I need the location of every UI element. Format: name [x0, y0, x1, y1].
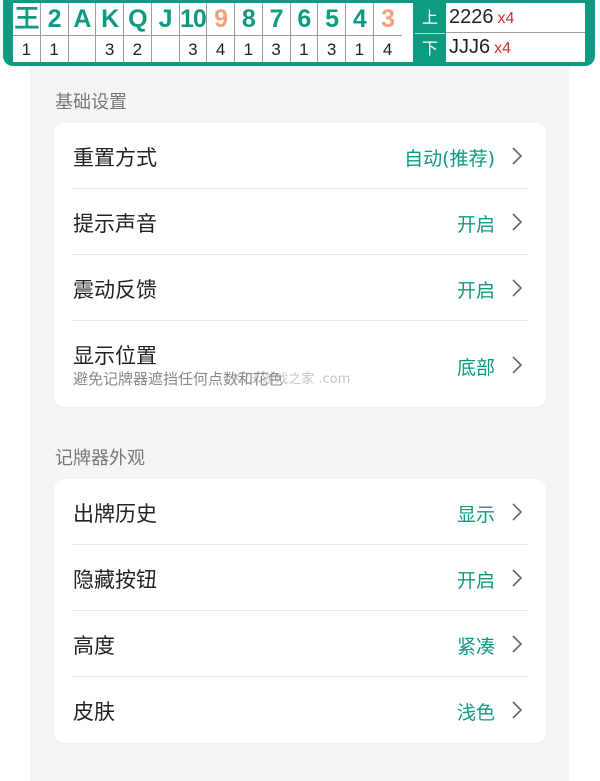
history-row: 2226 x4	[446, 3, 585, 33]
settings-card-basic: 重置方式 自动(推荐) 提示声音 开启 震动反馈 开启 显示位置 避免记牌器遮挡…	[54, 123, 546, 407]
card-rank: 3	[381, 5, 395, 33]
card-column: 5 3	[318, 3, 346, 62]
setting-label: 隐藏按钮	[73, 568, 157, 592]
setting-value: 浅色	[456, 702, 495, 724]
chevron-right-icon	[512, 569, 523, 587]
card-count: 1	[346, 35, 373, 63]
setting-row-vibration[interactable]: 震动反馈 开启	[72, 255, 528, 321]
card-rank: 王	[14, 5, 39, 33]
card-rank: 5	[325, 5, 339, 33]
down-label[interactable]: 下	[415, 34, 445, 64]
setting-row-height[interactable]: 高度 紧凑	[72, 611, 528, 677]
chevron-right-icon	[512, 701, 523, 719]
card-count: 3	[179, 35, 207, 63]
card-rank: 10	[179, 5, 207, 33]
chevron-right-icon	[512, 356, 523, 374]
setting-label: 皮肤	[73, 700, 115, 724]
card-count: 3	[318, 35, 345, 63]
setting-row-reset-mode[interactable]: 重置方式 自动(推荐)	[72, 123, 528, 189]
card-count: 3	[96, 35, 123, 63]
card-count: 1	[290, 35, 318, 63]
chevron-right-icon	[512, 503, 523, 521]
card-rank: K	[101, 5, 119, 33]
setting-value: 开启	[456, 280, 495, 302]
card-count: 2	[124, 35, 151, 63]
up-label[interactable]: 上	[415, 3, 445, 34]
card-column: 4 1	[346, 3, 374, 62]
card-column: 6 1	[290, 3, 319, 63]
settings-card-appearance: 出牌历史 显示 隐藏按钮 开启 高度 紧凑 皮肤 浅色	[54, 479, 546, 743]
setting-value: 底部	[456, 357, 495, 379]
setting-value: 自动(推荐)	[404, 148, 495, 170]
history-hand: JJJ6	[449, 35, 491, 58]
chevron-right-icon	[512, 635, 523, 653]
card-column: 7 3	[262, 3, 291, 63]
setting-row-position[interactable]: 显示位置 避免记牌器遮挡任何点数和花色 底部	[72, 321, 528, 407]
watermark: K73 游戏之家 .com	[233, 372, 351, 387]
card-count: 4	[207, 35, 234, 63]
setting-label: 重置方式	[73, 146, 157, 170]
setting-label: 提示声音	[73, 212, 157, 236]
card-column: 2 1	[40, 3, 69, 63]
card-rank: 6	[297, 5, 311, 33]
card-rank: 4	[352, 5, 367, 33]
card-rank: 7	[269, 5, 284, 33]
card-column: K 3	[96, 3, 124, 62]
history-multiplier: x4	[494, 39, 512, 57]
card-column: A	[68, 3, 97, 62]
history-row: JJJ6 x4	[446, 33, 585, 63]
section-title-basic: 基础设置	[55, 92, 127, 113]
history-hand: 2226	[449, 6, 494, 28]
setting-row-hide-button[interactable]: 隐藏按钮 开启	[72, 545, 528, 611]
card-rank: 2	[47, 5, 62, 33]
card-column: 9 4	[207, 3, 235, 62]
card-count: 1	[40, 35, 68, 63]
card-count	[151, 35, 179, 62]
card-count: 1	[235, 35, 262, 63]
setting-row-skin[interactable]: 皮肤 浅色	[72, 677, 528, 743]
chevron-right-icon	[512, 147, 523, 165]
chevron-right-icon	[512, 279, 523, 297]
section-title-appearance: 记牌器外观	[55, 448, 145, 469]
setting-row-sound[interactable]: 提示声音 开启	[72, 189, 528, 255]
setting-label: 出牌历史	[73, 502, 157, 526]
setting-value: 开启	[456, 570, 495, 592]
chevron-right-icon	[512, 213, 523, 231]
setting-label: 震动反馈	[73, 278, 157, 302]
play-history: 2226 x4 JJJ6 x4	[446, 3, 585, 62]
card-column: 8 1	[235, 3, 263, 62]
setting-value: 开启	[456, 214, 495, 236]
setting-value: 显示	[456, 504, 495, 526]
history-multiplier: x4	[497, 10, 515, 27]
card-rank: J	[158, 5, 173, 33]
card-count	[68, 35, 96, 62]
player-toggle[interactable]: 上 下	[415, 3, 445, 62]
setting-label: 高度	[73, 634, 115, 658]
card-rank: A	[73, 5, 91, 33]
card-column: 3 4	[373, 3, 402, 63]
card-count: 3	[262, 35, 290, 63]
setting-value: 紧凑	[456, 636, 495, 658]
card-column: 王 1	[13, 3, 41, 62]
card-rank: Q	[128, 5, 147, 33]
card-count: 4	[373, 35, 402, 63]
setting-label: 显示位置	[73, 344, 157, 368]
card-column: J	[151, 3, 180, 62]
card-remaining-grid: 王 1 2 1 A K 3 Q 2 J 10 3 9 4 8 1 7 3 6 1…	[13, 3, 413, 62]
card-rank: 9	[214, 5, 228, 33]
card-rank: 8	[241, 5, 256, 33]
card-count: 1	[13, 35, 40, 63]
card-column: 10 3	[179, 3, 208, 63]
card-column: Q 2	[124, 3, 152, 62]
setting-row-history[interactable]: 出牌历史 显示	[72, 479, 528, 545]
card-counter: 王 1 2 1 A K 3 Q 2 J 10 3 9 4 8 1 7 3 6 1…	[3, 0, 595, 66]
